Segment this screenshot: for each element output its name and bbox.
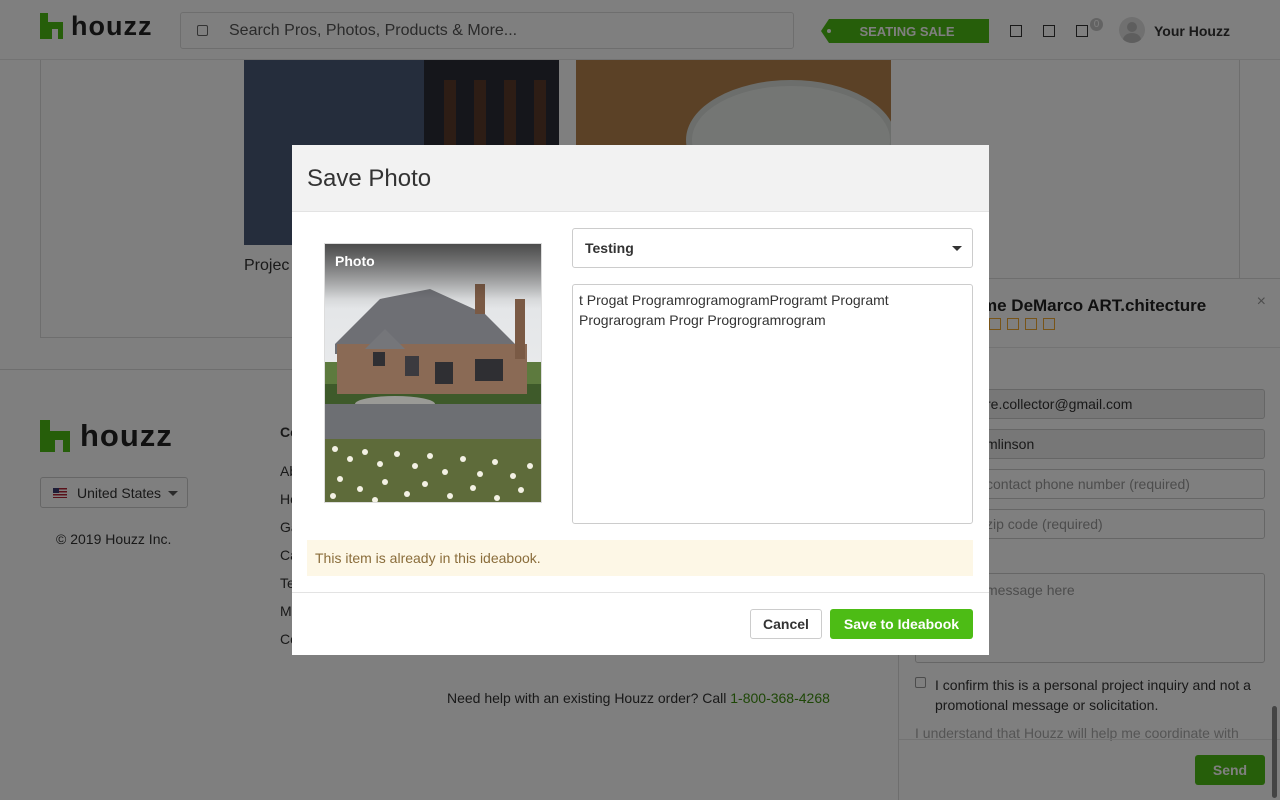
dialog-footer-divider	[292, 592, 989, 593]
house-photo	[325, 244, 541, 502]
dialog-header: Save Photo	[292, 145, 989, 212]
already-saved-notice: This item is already in this ideabook.	[307, 540, 973, 576]
photo-thumbnail: Photo	[324, 243, 542, 503]
photo-label: Photo	[335, 253, 375, 269]
ideabook-selected-value: Testing	[585, 240, 634, 256]
ideabook-select[interactable]: Testing	[572, 228, 973, 268]
save-photo-dialog: Save Photo Photo Testing t Progat Progra…	[292, 145, 989, 655]
photo-comment-textarea[interactable]: t Progat ProgramrogramogramProgramt Prog…	[572, 284, 973, 524]
chevron-down-icon	[952, 246, 962, 251]
cancel-button[interactable]: Cancel	[750, 609, 822, 639]
dialog-title: Save Photo	[307, 165, 432, 192]
save-to-ideabook-button[interactable]: Save to Ideabook	[830, 609, 973, 639]
